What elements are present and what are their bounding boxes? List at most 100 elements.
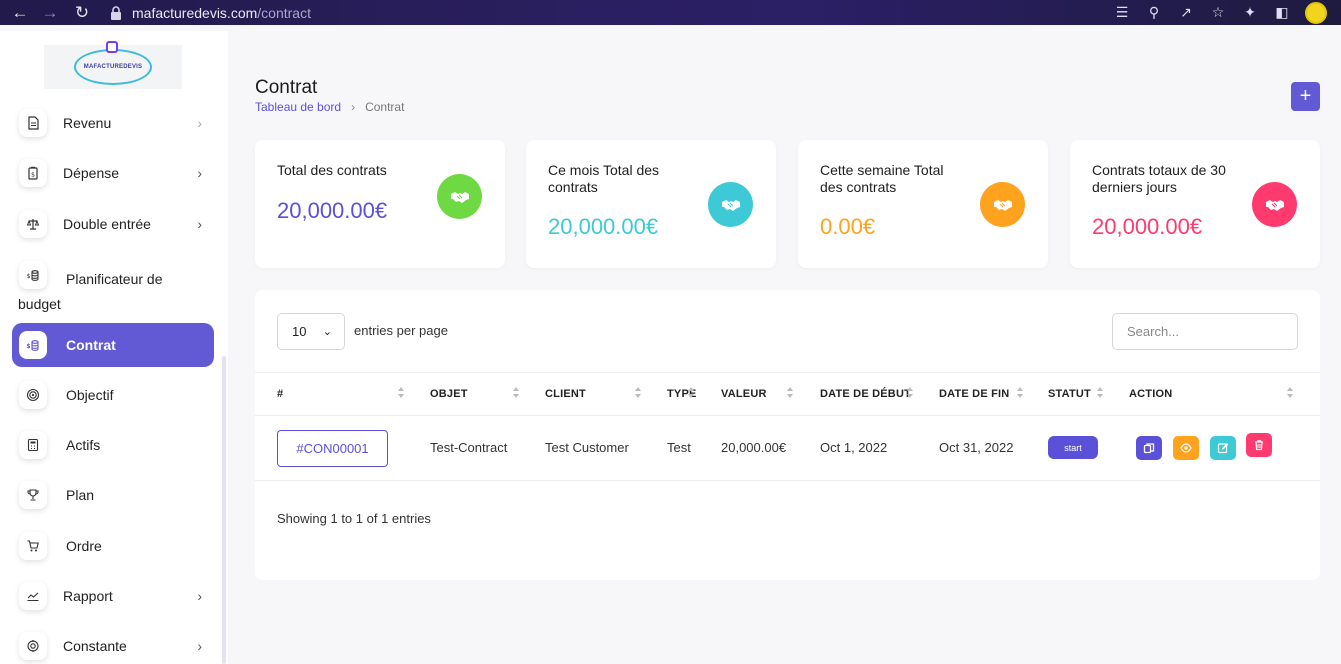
sidebar-item-revenu[interactable]: Revenu › [12,109,214,137]
profile-avatar[interactable] [1305,1,1327,24]
chevron-right-icon: › [197,115,202,131]
forward-arrow-icon[interactable]: → [38,1,62,25]
sidebar-item-rapport[interactable]: Rapport › [12,582,214,610]
sidebar-item-label: Constante [63,638,127,654]
sidebar: MAFACTUREDEVIS Revenu › $ Dépense › Doub… [0,31,228,664]
sidebar-item-label: Objectif [66,387,114,403]
stat-card-total: Total des contrats 20,000.00€ [255,140,505,268]
sidebar-item-label: Plan [66,487,95,503]
sidebar-item-label: Contrat [66,337,116,353]
sidebar-item-double-entree[interactable]: Double entrée › [12,210,214,238]
column-header-date-debut[interactable]: DATE DE DÉBUT [820,388,911,400]
lock-icon [111,5,121,20]
sort-icon[interactable] [1017,387,1024,401]
url-path: /contract [257,4,311,21]
browser-toolbar: ← → ↻ mafacturedevis.com/contract ☰ ⚲ ↗ … [0,0,1341,25]
chevron-right-icon: › [197,165,202,181]
sort-icon[interactable] [787,387,794,401]
sidebar-item-plan[interactable]: Plan [12,481,214,509]
sort-icon[interactable] [1287,387,1294,401]
edit-button[interactable] [1210,436,1236,460]
trophy-icon [19,481,47,509]
handshake-icon [1252,182,1297,227]
coins-icon: $ [19,331,47,359]
column-header-objet[interactable]: OBJET [430,388,468,400]
contracts-table-card: 10 ⌄ entries per page # OBJET CLIENT TYP… [255,290,1320,580]
column-header-id[interactable]: # [277,388,283,400]
entries-per-page-select[interactable]: 10 ⌄ [277,313,345,350]
sidebar-item-objectif[interactable]: Objectif [12,381,214,409]
sidebar-item-depense[interactable]: $ Dépense › [12,159,214,187]
handshake-icon [437,174,482,219]
search-input[interactable] [1112,313,1298,350]
column-header-client[interactable]: CLIENT [545,388,586,400]
column-header-valeur[interactable]: VALEUR [721,388,767,400]
logo[interactable]: MAFACTUREDEVIS [44,41,182,89]
cell-valeur: 20,000.00€ [721,440,787,455]
chevron-right-icon: › [197,638,202,654]
sort-icon[interactable] [907,387,914,401]
sidebar-item-constante[interactable]: Constante › [12,632,214,660]
sort-icon[interactable] [398,387,405,401]
breadcrumb-current: Contrat [365,100,405,114]
sort-icon[interactable] [688,387,695,401]
sidebar-scrollbar[interactable] [222,356,226,664]
sidebar-item-contrat[interactable]: $ Contrat [12,323,214,367]
chevron-right-icon: › [197,216,202,232]
stat-value: 20,000.00€ [548,214,659,239]
cart-icon [19,532,47,560]
sort-icon[interactable] [1097,387,1104,401]
sort-icon[interactable] [635,387,642,401]
sidebar-item-ordre[interactable]: Ordre [12,532,214,560]
sort-icon[interactable] [513,387,520,401]
target-icon [19,381,47,409]
column-header-action[interactable]: ACTION [1129,388,1172,400]
stat-label: Contrats totaux de 30 derniers jours [1092,162,1226,195]
column-header-statut[interactable]: STATUT [1048,388,1091,400]
contract-id-button[interactable]: #CON00001 [277,430,388,467]
back-arrow-icon[interactable]: ← [8,1,32,25]
trash-icon [1255,440,1263,451]
stat-label: Cette semaine Total des contrats [820,162,944,195]
add-contract-button[interactable]: + [1291,82,1320,111]
per-page-value: 10 [292,324,307,339]
address-bar[interactable]: mafacturedevis.com/contract [110,0,311,25]
sidebar-item-label: Planificateur de budget [18,271,163,312]
delete-button[interactable] [1246,433,1272,457]
bookmark-star-icon[interactable]: ☆ [1209,4,1227,22]
url-domain: mafacturedevis.com [132,4,258,21]
stat-label: Ce mois Total des contrats [548,162,660,195]
chevron-right-icon: › [351,100,356,114]
column-header-date-fin[interactable]: DATE DE FIN [939,388,1009,400]
edit-icon [1217,443,1229,454]
sidebar-item-actifs[interactable]: Actifs [12,431,214,459]
breadcrumb-link-dashboard[interactable]: Tableau de bord [255,100,341,114]
status-badge: start [1048,436,1098,459]
eye-icon [1180,443,1192,453]
table-row: #CON00001 Test-Contract Test Customer Te… [255,416,1320,481]
copy-button[interactable] [1136,436,1162,460]
scale-icon [19,210,47,238]
sidebar-item-planificateur[interactable]: $ Planificateur de budget [12,261,214,312]
extensions-icon[interactable]: ✦ [1241,4,1259,22]
stat-value: 20,000.00€ [277,198,388,223]
sidepanel-icon[interactable]: ◧ [1273,4,1291,22]
translate-icon[interactable]: ☰ [1113,4,1131,22]
logo-text: MAFACTUREDEVIS [83,64,143,70]
cell-type: Test [667,440,691,455]
pagination-info: Showing 1 to 1 of 1 entries [277,511,431,526]
stat-value: 20,000.00€ [1092,214,1203,239]
table-header: # OBJET CLIENT TYPE VALEUR DATE DE DÉBUT… [255,372,1320,416]
zoom-icon[interactable]: ⚲ [1145,4,1163,22]
sidebar-item-label: Rapport [63,588,113,604]
reload-icon[interactable]: ↻ [70,1,94,25]
file-icon [19,109,47,137]
cell-objet: Test-Contract [430,440,508,455]
sidebar-item-label: Actifs [66,437,101,453]
sidebar-item-label: Double entrée [63,216,151,232]
stat-card-30-days: Contrats totaux de 30 derniers jours 20,… [1070,140,1320,268]
handshake-icon [708,182,753,227]
stat-card-month: Ce mois Total des contrats 20,000.00€ [526,140,776,268]
share-icon[interactable]: ↗ [1177,4,1195,22]
view-button[interactable] [1173,436,1199,460]
